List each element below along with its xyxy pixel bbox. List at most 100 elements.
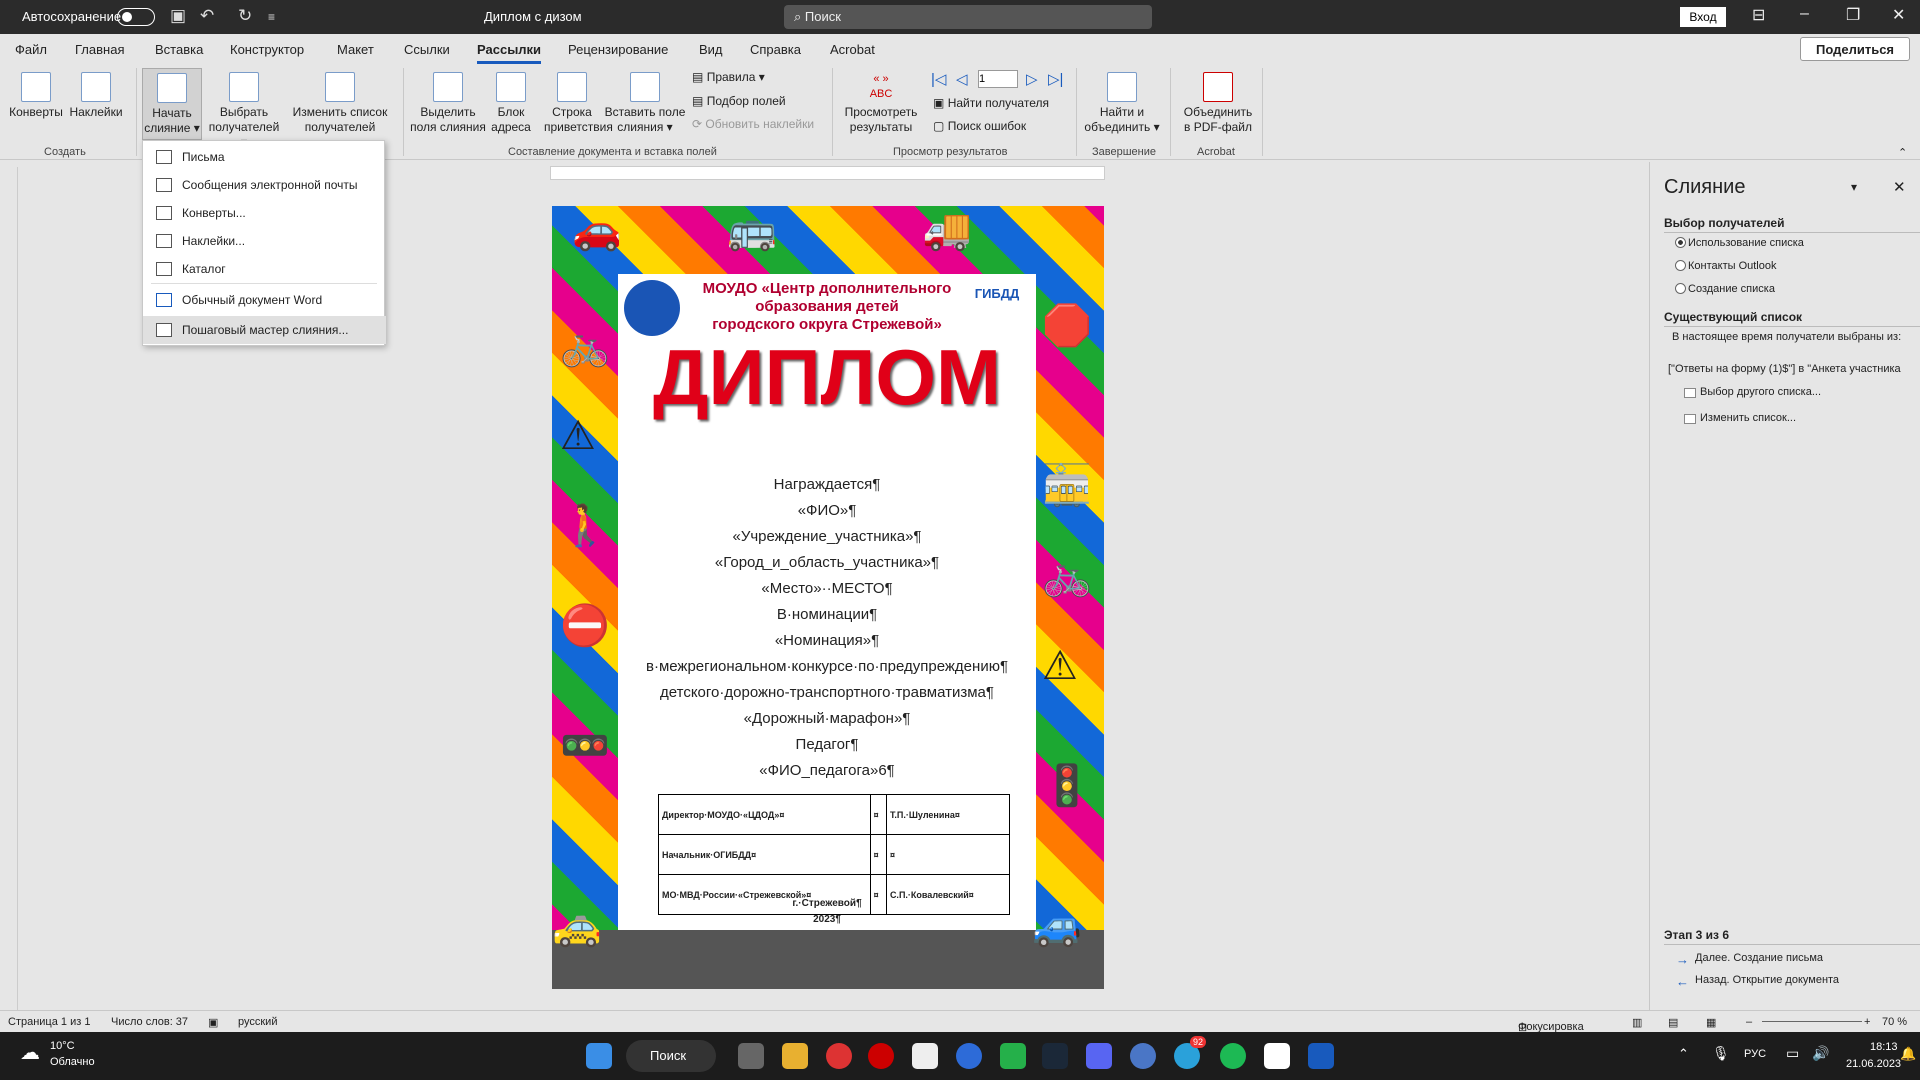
- insert-merge-field-button[interactable]: Вставить поле слияния ▾: [604, 72, 686, 135]
- customize-qat-icon[interactable]: ≡: [268, 10, 275, 24]
- menu-item-normal-document[interactable]: Обычный документ Word: [143, 286, 386, 314]
- maximize-icon[interactable]: ❐: [1846, 5, 1860, 25]
- read-mode-icon[interactable]: ▥: [1632, 1016, 1642, 1029]
- login-button[interactable]: Вход: [1680, 7, 1726, 27]
- print-layout-icon[interactable]: ▤: [1668, 1016, 1678, 1029]
- volume-icon[interactable]: 🔊: [1812, 1045, 1829, 1062]
- next-step-link[interactable]: Далее. Создание письма: [1695, 952, 1823, 964]
- find-recipient-button[interactable]: ▣ Найти получателя: [933, 96, 1049, 110]
- tab-design[interactable]: Конструктор: [230, 42, 304, 57]
- tray-chevron-icon[interactable]: ⌃: [1678, 1046, 1689, 1062]
- radio-use-list[interactable]: [1675, 237, 1686, 248]
- network-icon[interactable]: ▭: [1786, 1045, 1799, 1062]
- prev-record-icon[interactable]: ◁: [956, 70, 968, 88]
- record-number-input[interactable]: [978, 70, 1018, 88]
- menu-item-email[interactable]: Сообщения электронной почты: [143, 171, 386, 199]
- rules-button[interactable]: ▤ Правила ▾: [692, 70, 765, 84]
- first-record-icon[interactable]: |◁: [931, 70, 946, 88]
- clock-time[interactable]: 18:13: [1870, 1041, 1898, 1053]
- steam-icon[interactable]: [1042, 1043, 1068, 1069]
- windows-start-icon[interactable]: [586, 1043, 612, 1069]
- radio-new-list[interactable]: [1675, 283, 1686, 294]
- taskbar-search[interactable]: Поиск: [626, 1040, 716, 1072]
- tab-help[interactable]: Справка: [750, 42, 801, 57]
- tab-review[interactable]: Рецензирование: [568, 42, 668, 57]
- spotify-icon[interactable]: [1220, 1043, 1246, 1069]
- tab-acrobat[interactable]: Acrobat: [830, 42, 875, 57]
- match-fields-button[interactable]: ▤ Подбор полей: [692, 94, 786, 108]
- page-count[interactable]: Страница 1 из 1: [8, 1016, 90, 1028]
- task-view-icon[interactable]: [738, 1043, 764, 1069]
- proofing-icon[interactable]: ▣: [208, 1016, 218, 1029]
- merge-to-pdf-button[interactable]: Объединить в PDF-файл: [1176, 72, 1260, 135]
- language-indicator[interactable]: русский: [238, 1016, 277, 1028]
- clock-date[interactable]: 21.06.2023: [1846, 1058, 1901, 1070]
- check-errors-button[interactable]: ▢ Поиск ошибок: [933, 119, 1026, 133]
- chrome-icon[interactable]: [826, 1043, 852, 1069]
- highlight-fields-button[interactable]: Выделить поля слияния: [408, 72, 488, 135]
- menu-item-envelopes[interactable]: Конверты...: [143, 199, 386, 227]
- edit-recipient-list-button[interactable]: Изменить список получателей: [290, 72, 390, 135]
- tab-mailings[interactable]: Рассылки: [477, 42, 542, 64]
- last-record-icon[interactable]: ▷|: [1048, 70, 1063, 88]
- tab-view[interactable]: Вид: [699, 42, 723, 57]
- redo-icon[interactable]: ↻: [238, 6, 252, 26]
- tab-home[interactable]: Главная: [75, 42, 124, 57]
- yandex-icon[interactable]: [868, 1043, 894, 1069]
- finish-merge-button[interactable]: Найти и объединить ▾: [1082, 72, 1162, 135]
- minimize-icon[interactable]: –: [1800, 5, 1809, 23]
- radio-outlook[interactable]: [1675, 260, 1686, 271]
- cortana-icon[interactable]: [956, 1043, 982, 1069]
- tab-layout[interactable]: Макет: [337, 42, 374, 57]
- preview-results-button[interactable]: « » ABC Просмотреть результаты: [840, 72, 922, 135]
- document-title[interactable]: Диплом с дизом: [484, 9, 582, 24]
- zoom-slider[interactable]: [1762, 1021, 1862, 1022]
- word-count[interactable]: Число слов: 37: [111, 1016, 188, 1028]
- envelopes-button[interactable]: Конверты: [8, 72, 64, 120]
- web-layout-icon[interactable]: ▦: [1706, 1016, 1716, 1029]
- search-box[interactable]: ⌕ Поиск: [784, 5, 1152, 29]
- pane-close-icon[interactable]: ✕: [1893, 178, 1906, 196]
- cloud-icon[interactable]: ☁: [20, 1040, 40, 1065]
- address-block-button[interactable]: Блок адреса: [488, 72, 534, 135]
- close-icon[interactable]: ✕: [1892, 5, 1905, 25]
- zoom-level[interactable]: 70 %: [1882, 1016, 1907, 1028]
- zoom-out-icon[interactable]: –: [1746, 1016, 1752, 1028]
- discord-icon[interactable]: [1086, 1043, 1112, 1069]
- tab-insert[interactable]: Вставка: [155, 42, 203, 57]
- edit-list-link[interactable]: Изменить список...: [1700, 412, 1796, 424]
- collapse-ribbon-icon[interactable]: ⌃: [1898, 146, 1907, 159]
- start-merge-button[interactable]: Начать слияние ▾: [142, 68, 202, 140]
- word-icon[interactable]: [1308, 1043, 1334, 1069]
- weather-text[interactable]: Облачно: [50, 1056, 95, 1068]
- notifications-icon[interactable]: 🔔: [1900, 1046, 1916, 1062]
- tab-file[interactable]: Файл: [15, 42, 47, 57]
- pane-options-icon[interactable]: ▾: [1851, 180, 1857, 194]
- labels-button[interactable]: Наклейки: [68, 72, 124, 120]
- app-icon[interactable]: [912, 1043, 938, 1069]
- share-button[interactable]: Поделиться: [1800, 37, 1910, 61]
- select-recipients-button[interactable]: Выбратьполучателей ▾: [206, 72, 282, 150]
- previous-step-link[interactable]: Назад. Открытие документа: [1695, 974, 1839, 986]
- next-record-icon[interactable]: ▷: [1026, 70, 1038, 88]
- greeting-line-button[interactable]: Строка приветствия: [544, 72, 613, 135]
- weather-temp[interactable]: 10°C: [50, 1040, 75, 1052]
- zoom-in-icon[interactable]: +: [1864, 1016, 1870, 1028]
- menu-item-merge-wizard[interactable]: Пошаговый мастер слияния...: [143, 316, 386, 344]
- input-language[interactable]: РУС: [1744, 1048, 1766, 1060]
- menu-item-directory[interactable]: Каталог: [143, 255, 386, 283]
- save-icon[interactable]: ▣: [170, 6, 186, 26]
- notion-icon[interactable]: [1264, 1043, 1290, 1069]
- document-page[interactable]: 🚗 🚌 🚚 🛑 🚋 🚲 ⚠ 🚦 🚲 ⚠ 🚶 ⛔ 🚥 🚕 🚙 ГИБДД МОУД…: [552, 206, 1104, 989]
- menu-item-labels[interactable]: Наклейки...: [143, 227, 386, 255]
- microphone-icon[interactable]: 🎙: [1712, 1045, 1730, 1062]
- qbittorrent-icon[interactable]: [1130, 1043, 1156, 1069]
- tab-references[interactable]: Ссылки: [404, 42, 450, 57]
- explorer-icon[interactable]: [782, 1043, 808, 1069]
- ribbon-display-icon[interactable]: ⊟: [1752, 5, 1765, 25]
- select-other-list-link[interactable]: Выбор другого списка...: [1700, 386, 1821, 398]
- autosave-toggle[interactable]: [117, 8, 155, 26]
- green-app-icon[interactable]: [1000, 1043, 1026, 1069]
- menu-item-letters[interactable]: Письма: [143, 143, 386, 171]
- undo-icon[interactable]: ↶: [200, 6, 214, 26]
